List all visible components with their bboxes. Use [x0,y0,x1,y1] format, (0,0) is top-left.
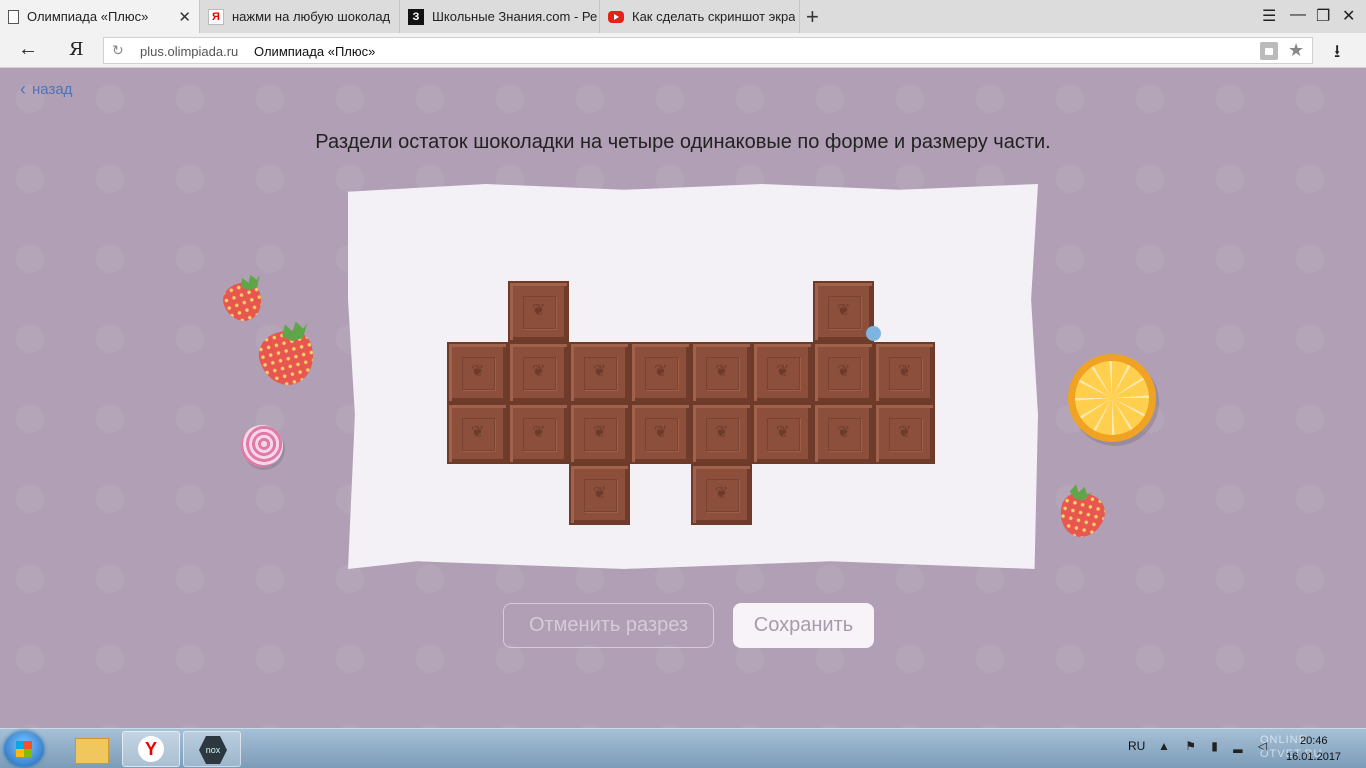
save-button[interactable]: Сохранить [733,603,874,648]
close-icon[interactable]: ✕ [178,8,191,26]
tab-olimpiada[interactable]: Олимпиада «Плюс» ✕ [0,0,200,33]
window-close-icon[interactable]: ✕ [1342,6,1355,26]
strawberry-icon [1055,488,1109,542]
leaf-emboss-icon: ❦ [471,363,485,380]
leaf-emboss-icon: ❦ [837,363,851,380]
clock-date[interactable]: 16.01.2017 [1286,751,1341,763]
back-link-label: назад [32,81,73,98]
cut-point-marker[interactable] [866,326,881,341]
leaf-emboss-icon: ❦ [837,424,851,441]
chocolate-piece[interactable]: ❦ [508,403,569,464]
chocolate-piece[interactable]: ❦ [752,403,813,464]
new-tab-button[interactable]: + [806,4,819,30]
document-icon [8,9,19,24]
url-domain: plus.olimpiada.ru [140,44,239,59]
yandex-icon: Я [208,8,224,25]
chocolate-piece[interactable]: ❦ [874,342,935,403]
tab-youtube[interactable]: Как сделать скриншот экра [600,0,800,33]
leaf-emboss-icon: ❦ [593,424,607,441]
znanija-icon: З [408,8,424,25]
language-indicator[interactable]: RU [1128,739,1145,753]
leaf-emboss-icon: ❦ [898,424,912,441]
leaf-emboss-icon: ❦ [593,363,607,380]
youtube-icon [608,10,624,23]
tab-title: Школьные Знания.com - Ре [432,9,598,24]
candy-icon [241,425,283,467]
leaf-emboss-icon: ❦ [776,363,790,380]
chocolate-piece[interactable]: ❦ [630,403,691,464]
chocolate-piece[interactable]: ❦ [569,464,630,525]
chocolate-piece[interactable]: ❦ [752,342,813,403]
chocolate-piece[interactable]: ❦ [813,281,874,342]
yandex-browser-icon[interactable] [122,731,180,767]
leaf-emboss-icon: ❦ [837,302,851,319]
clock-time[interactable]: 20:46 [1300,735,1328,747]
leaf-emboss-icon: ❦ [715,363,729,380]
url-page-title: Олимпиада «Плюс» [254,44,376,59]
chocolate-piece[interactable]: ❦ [691,342,752,403]
start-button[interactable] [4,731,44,767]
tab-yandex-search[interactable]: Я нажми на любую шоколад [200,0,400,33]
chocolate-piece[interactable]: ❦ [447,403,508,464]
leaf-emboss-icon: ❦ [532,363,546,380]
leaf-emboss-icon: ❦ [776,424,790,441]
strawberry-icon [218,278,268,327]
url-field[interactable]: ↻ plus.olimpiada.ru Олимпиада «Плюс» ★ [103,37,1313,64]
reload-icon[interactable]: ↻ [112,42,124,59]
tab-title: нажми на любую шоколад [232,9,391,24]
leaf-emboss-icon: ❦ [471,424,485,441]
strawberry-icon [253,325,321,392]
chocolate-piece[interactable]: ❦ [813,403,874,464]
leaf-emboss-icon: ❦ [654,424,668,441]
explorer-icon[interactable] [62,731,120,767]
leaf-emboss-icon: ❦ [898,363,912,380]
chocolate-piece[interactable]: ❦ [569,342,630,403]
chocolate-piece[interactable]: ❦ [813,342,874,403]
chocolate-piece[interactable]: ❦ [630,342,691,403]
orange-slice-icon [1068,354,1156,442]
tab-bar: Олимпиада «Плюс» ✕ Я нажми на любую шоко… [0,0,1366,33]
tab-title: Олимпиада «Плюс» [27,9,149,24]
back-arrow-icon[interactable]: ← [18,38,38,61]
chocolate-piece[interactable]: ❦ [447,342,508,403]
chevron-left-icon: ‹ [20,79,26,99]
chocolate-piece[interactable]: ❦ [691,464,752,525]
chocolate-piece[interactable]: ❦ [874,403,935,464]
address-bar: ← Я ↻ plus.olimpiada.ru Олимпиада «Плюс»… [0,33,1366,68]
nox-player-icon[interactable] [183,731,241,767]
lock-icon[interactable] [1260,42,1278,60]
chocolate-piece[interactable]: ❦ [508,281,569,342]
chocolate-piece[interactable]: ❦ [508,342,569,403]
leaf-emboss-icon: ❦ [593,485,607,502]
tab-znanija[interactable]: З Школьные Знания.com - Ре [400,0,600,33]
leaf-emboss-icon: ❦ [532,424,546,441]
star-icon[interactable]: ★ [1288,40,1304,61]
leaf-emboss-icon: ❦ [715,485,729,502]
leaf-emboss-icon: ❦ [715,424,729,441]
yandex-home-button[interactable]: Я [69,39,84,60]
menu-icon[interactable]: ☰ [1262,6,1276,26]
taskbar: RU ▲ ⚑ ▮ ▂ ◁ ONLINE OTVET.RU 20:46 16.01… [0,728,1366,768]
tray-icons[interactable]: ▲ ⚑ ▮ ▂ ◁ [1158,739,1273,753]
undo-cut-button[interactable]: Отменить разрез [503,603,714,648]
tab-title: Как сделать скриншот экра [632,9,796,24]
restore-icon[interactable]: ❐ [1316,6,1330,26]
minimize-icon[interactable]: — [1290,6,1306,24]
back-link[interactable]: ‹ назад [20,79,72,100]
leaf-emboss-icon: ❦ [532,302,546,319]
chocolate-piece[interactable]: ❦ [569,403,630,464]
task-instruction: Раздели остаток шоколадки на четыре один… [315,131,1051,153]
download-icon[interactable]: ⭳ [1334,39,1340,69]
leaf-emboss-icon: ❦ [654,363,668,380]
chocolate-piece[interactable]: ❦ [691,403,752,464]
